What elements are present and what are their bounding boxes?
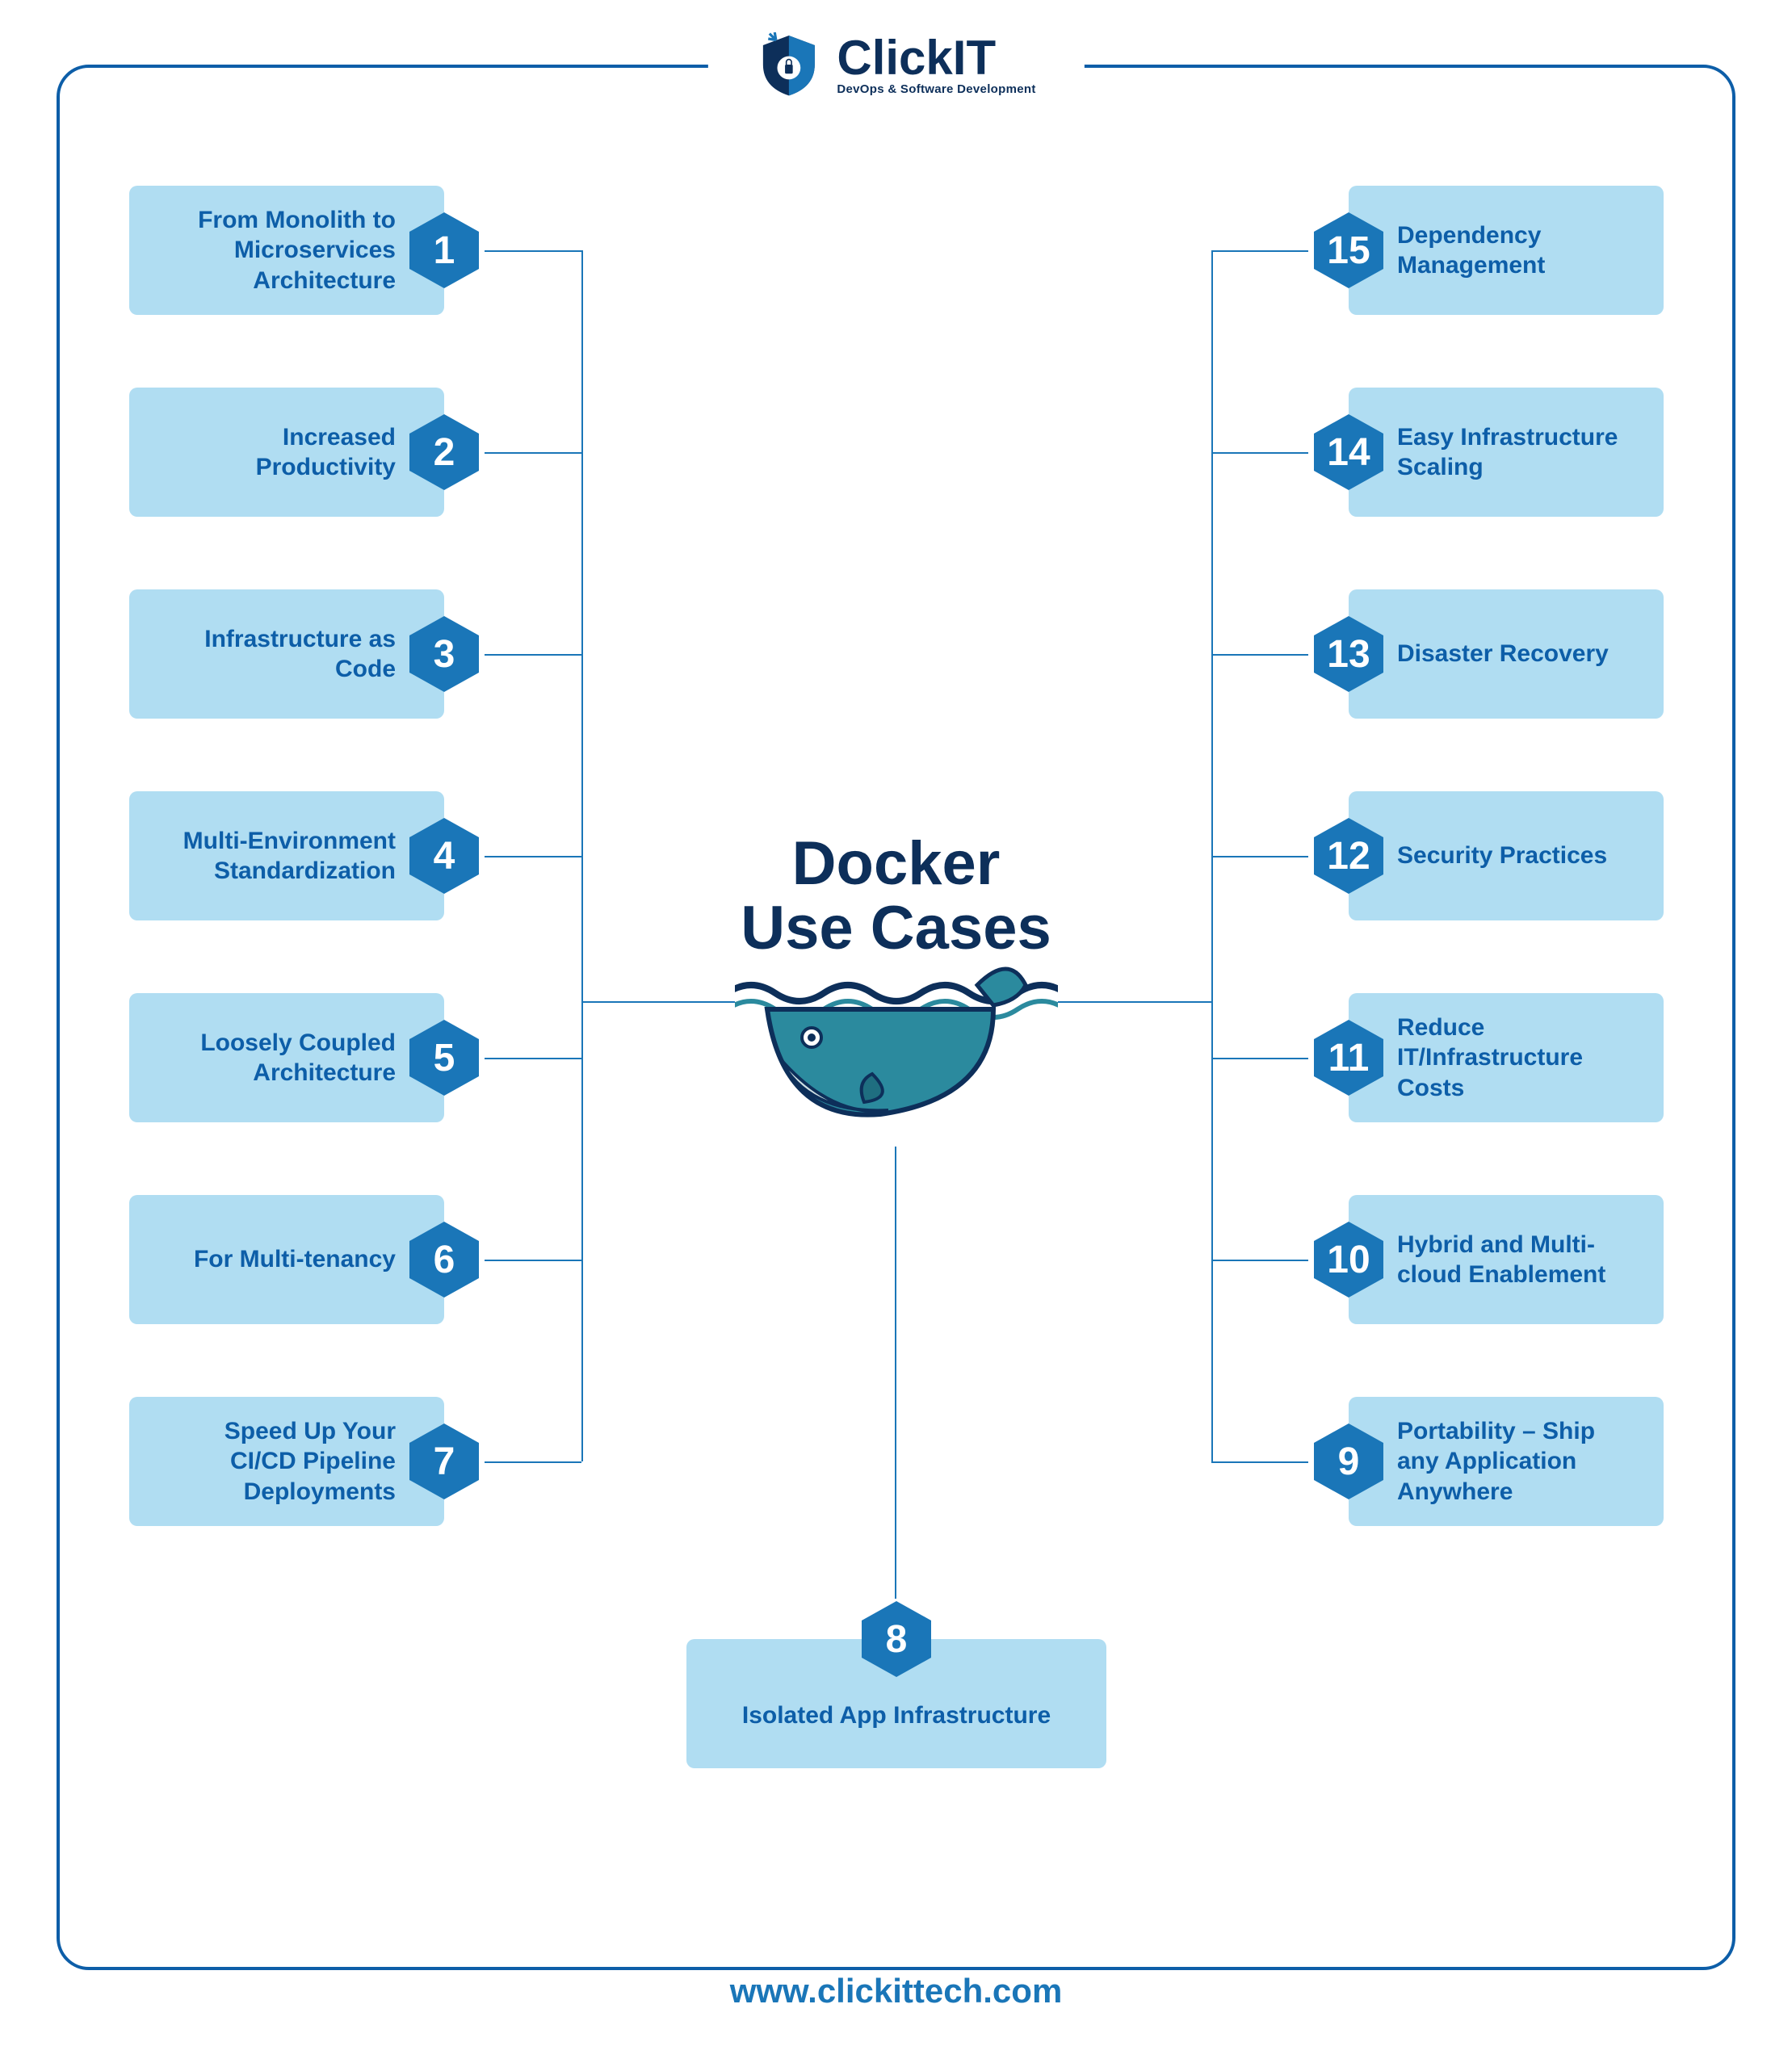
- usecase-card-7: Speed Up Your CI/CD Pipeline Deployments…: [129, 1397, 444, 1526]
- usecase-label: Increased Productivity: [153, 422, 396, 483]
- number-badge: 2: [404, 412, 485, 493]
- usecase-card-10: 10 Hybrid and Multi-cloud Enablement: [1349, 1195, 1664, 1324]
- docker-whale-icon: [735, 961, 1058, 1138]
- number-badge: 6: [404, 1219, 485, 1300]
- usecase-label: Speed Up Your CI/CD Pipeline Deployments: [153, 1416, 396, 1507]
- number-badge: 4: [404, 815, 485, 896]
- usecase-label: Portability – Ship any Application Anywh…: [1397, 1416, 1639, 1507]
- number-badge: 15: [1308, 210, 1389, 291]
- connector-line: [1058, 1001, 1211, 1003]
- usecase-card-5: Loosely Coupled Architecture 5: [129, 993, 444, 1122]
- usecase-label: Multi-Environment Standardization: [153, 826, 396, 887]
- connector-line: [581, 250, 583, 1461]
- connector-line: [1211, 1260, 1308, 1261]
- usecase-card-6: For Multi-tenancy 6: [129, 1195, 444, 1324]
- connector-line: [1211, 856, 1308, 857]
- number-badge: 7: [404, 1421, 485, 1502]
- usecase-label: Reduce IT/Infrastructure Costs: [1397, 1013, 1639, 1104]
- connector-line: [1211, 452, 1308, 454]
- connector-line: [485, 1058, 581, 1059]
- usecase-card-1: From Monolith to Microservices Architect…: [129, 186, 444, 315]
- brand-tagline: DevOps & Software Development: [837, 82, 1035, 96]
- usecase-card-8: Isolated App Infrastructure 8: [686, 1639, 1106, 1768]
- number-badge: 9: [1308, 1421, 1389, 1502]
- connector-line: [1211, 250, 1308, 252]
- usecase-card-13: 13 Disaster Recovery: [1349, 589, 1664, 719]
- usecase-card-9: 9 Portability – Ship any Application Any…: [1349, 1397, 1664, 1526]
- usecase-label: Loosely Coupled Architecture: [153, 1028, 396, 1088]
- brand-shield-icon: [756, 32, 820, 97]
- usecase-card-14: 14 Easy Infrastructure Scaling: [1349, 388, 1664, 517]
- connector-line: [485, 250, 581, 252]
- connector-line: [485, 452, 581, 454]
- usecase-label: Dependency Management: [1397, 220, 1639, 281]
- connector-line: [485, 1461, 581, 1463]
- number-badge: 8: [856, 1599, 937, 1679]
- connector-line: [581, 1001, 735, 1003]
- footer-url: www.clickittech.com: [682, 1972, 1111, 2010]
- usecase-card-2: Increased Productivity 2: [129, 388, 444, 517]
- number-badge: 10: [1308, 1219, 1389, 1300]
- usecase-card-3: Infrastructure as Code 3: [129, 589, 444, 719]
- usecase-label: Isolated App Infrastructure: [742, 1700, 1051, 1731]
- number-badge: 3: [404, 614, 485, 694]
- usecase-card-15: 15 Dependency Management: [1349, 186, 1664, 315]
- usecase-label: Easy Infrastructure Scaling: [1397, 422, 1639, 483]
- connector-line: [1211, 1058, 1308, 1059]
- number-badge: 11: [1308, 1017, 1389, 1098]
- usecase-card-12: 12 Security Practices: [1349, 791, 1664, 920]
- connector-line: [485, 856, 581, 857]
- usecase-card-4: Multi-Environment Standardization 4: [129, 791, 444, 920]
- brand-logo: ClickIT DevOps & Software Development: [707, 32, 1084, 97]
- center-title-block: Docker Use Cases: [735, 832, 1058, 1143]
- usecase-label: Security Practices: [1397, 841, 1607, 871]
- connector-line: [895, 1147, 896, 1599]
- usecase-label: Disaster Recovery: [1397, 639, 1609, 669]
- number-badge: 5: [404, 1017, 485, 1098]
- usecase-label: From Monolith to Microservices Architect…: [153, 205, 396, 296]
- title-line-2: Use Cases: [741, 894, 1051, 962]
- usecase-card-11: 11 Reduce IT/Infrastructure Costs: [1349, 993, 1664, 1122]
- brand-name: ClickIT: [837, 34, 1035, 82]
- number-badge: 12: [1308, 815, 1389, 896]
- connector-line: [1211, 1461, 1308, 1463]
- connector-line: [1211, 654, 1308, 656]
- connector-line: [485, 1260, 581, 1261]
- number-badge: 1: [404, 210, 485, 291]
- usecase-label: Infrastructure as Code: [153, 624, 396, 685]
- number-badge: 13: [1308, 614, 1389, 694]
- number-badge: 14: [1308, 412, 1389, 493]
- connector-line: [485, 654, 581, 656]
- usecase-label: For Multi-tenancy: [194, 1244, 396, 1275]
- title-line-1: Docker: [792, 829, 1001, 898]
- usecase-label: Hybrid and Multi-cloud Enablement: [1397, 1230, 1639, 1290]
